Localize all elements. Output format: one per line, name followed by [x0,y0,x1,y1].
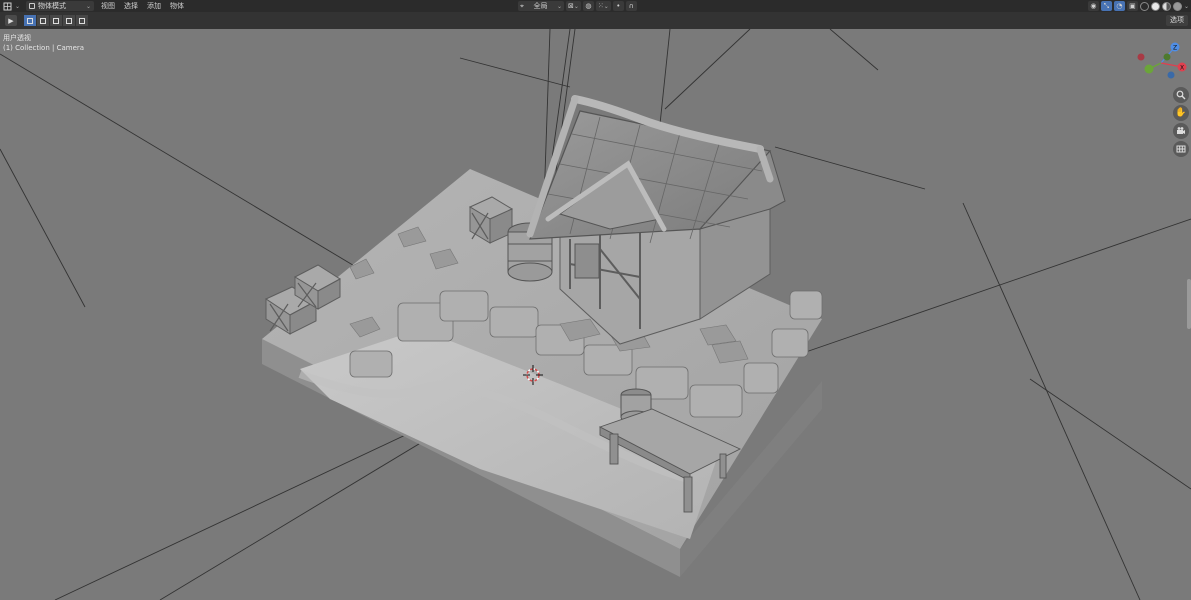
chevron-down-icon[interactable]: ⌄ [1184,3,1189,10]
snap-toggle[interactable]: ◍ [582,1,594,11]
select-subtract-button[interactable] [50,15,62,26]
transform-orientation-label: 全局 [533,2,548,10]
gizmo-icon: ⤡ [1103,1,1110,10]
wireframe-shading-button[interactable] [1139,1,1149,11]
falloff-dropdown[interactable]: ∩ [625,1,637,11]
viewport-header: ⌄ 物体模式 ⌄ 视图 选择 添加 物体 ⌖ 全局 ⌄ ⊠ ⌄ ◍ ⁙ ⌄ • ∩ … [0,0,1191,12]
select-subtract-icon [53,17,59,24]
select-intersect-icon [66,17,72,24]
chevron-down-icon: ⌄ [603,2,609,10]
gizmo-neg-x-axis[interactable] [1137,53,1145,61]
scene-render [0,29,1191,600]
cube-grid-icon [3,2,12,10]
gizmo-y-axis[interactable] [1144,64,1154,74]
magnifier-icon [1176,90,1186,100]
grid-icon [1176,145,1186,153]
visibility-dropdown[interactable]: ◉ [1087,1,1099,11]
selection-mode-group [24,15,88,26]
3d-viewport[interactable]: 用户透视 (1) Collection | Camera Z X ✋ [0,29,1191,600]
xray-toggle[interactable]: ▣ [1126,1,1138,11]
falloff-curve-icon: ∩ [628,2,634,10]
select-intersect-button[interactable] [63,15,75,26]
perspective-toggle-button[interactable] [1173,141,1189,157]
xray-icon: ▣ [1129,2,1136,10]
object-mode-label: 物体模式 [38,2,66,10]
menu-view[interactable]: 视图 [101,0,115,12]
object-mode-dropdown[interactable]: 物体模式 ⌄ [26,1,94,11]
navigation-gizmo[interactable]: Z X [1137,37,1189,85]
transform-tools: ⌖ 全局 ⌄ ⊠ ⌄ ◍ ⁙ ⌄ • ∩ [518,1,637,11]
pan-button[interactable]: ✋ [1173,105,1189,121]
select-invert-button[interactable] [76,15,88,26]
select-invert-icon [79,17,85,24]
solid-shading-button[interactable] [1150,1,1160,11]
menu-add[interactable]: 添加 [147,0,161,12]
proportional-dot-icon: • [616,2,621,10]
rendered-shading-button[interactable] [1172,1,1182,11]
gizmo-neg-y-axis[interactable] [1163,53,1171,61]
overlay-toggle[interactable]: ◔ [1113,1,1125,11]
gizmo-neg-z-axis[interactable] [1167,71,1175,79]
camera-view-button[interactable] [1173,123,1189,139]
select-new-button[interactable] [24,15,36,26]
camera-icon [1177,127,1185,134]
select-new-icon [27,17,33,24]
snap-target-dropdown[interactable]: ⁙ ⌄ [595,1,611,11]
zoom-button[interactable] [1173,87,1189,103]
chevron-down-icon: ⌄ [15,2,21,10]
select-extend-button[interactable] [37,15,49,26]
gizmo-z-label: Z [1173,44,1177,51]
menu-select[interactable]: 选择 [124,0,138,12]
pivot-point-dropdown[interactable]: ⊠ ⌄ [566,1,581,11]
play-button[interactable]: ▶ [5,15,17,26]
hand-icon: ✋ [1175,108,1187,118]
chevron-down-icon: ⌄ [573,2,579,10]
play-icon: ▶ [8,16,14,25]
material-shading-button[interactable] [1161,1,1171,11]
tool-settings-bar: ▶ 选项 [0,12,1191,29]
collection-info-label: (1) Collection | Camera [3,44,85,52]
proportional-edit-toggle[interactable]: • [612,1,624,11]
orientation-icon: ⌖ [520,1,524,10]
gizmo-x-label: X [1180,64,1184,71]
viewport-scrollbar[interactable] [1187,279,1191,329]
magnet-icon: ◍ [585,2,592,10]
menu-object[interactable]: 物体 [170,0,184,12]
select-extend-icon [40,17,46,24]
editor-type-button[interactable]: ⌄ [3,1,23,11]
viewport-right-tools: ◉ ⤡ ◔ ▣ ⌄ [1087,1,1189,11]
gizmo-toggle[interactable]: ⤡ [1100,1,1112,11]
view-name-label: 用户透视 [3,34,31,42]
transform-orientation-dropdown[interactable]: ⌖ 全局 ⌄ [518,1,564,11]
eye-icon: ◉ [1090,2,1097,10]
chevron-down-icon: ⌄ [85,2,91,10]
options-dropdown[interactable]: 选项 [1166,15,1188,26]
object-mode-icon [29,3,35,9]
chevron-down-icon: ⌄ [556,2,562,10]
overlay-icon: ◔ [1116,2,1123,10]
